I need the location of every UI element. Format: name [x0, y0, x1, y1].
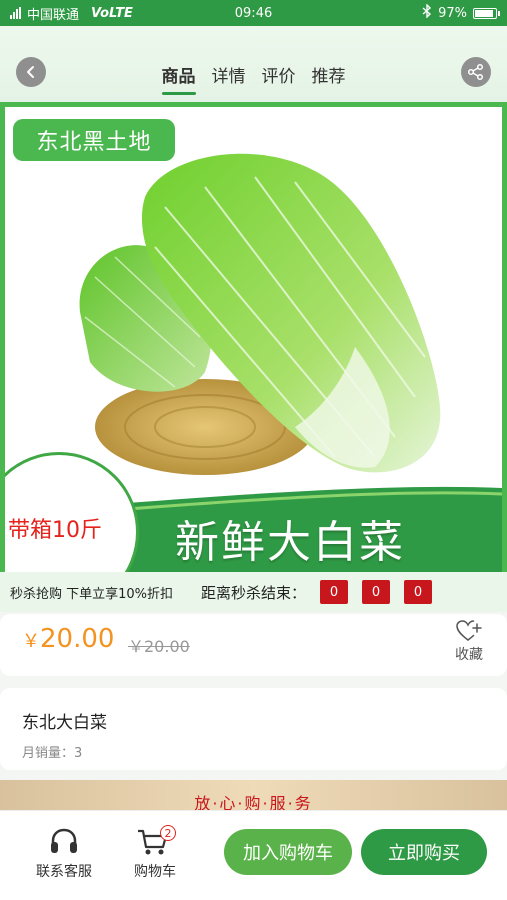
product-image[interactable]: 东北黑土地 新鲜大白菜 带箱10斤 — [0, 102, 507, 572]
product-info-card: 东北大白菜 月销量：3 — [0, 688, 507, 770]
favorite-button[interactable]: 收藏 — [455, 620, 483, 664]
cart-label: 购物车 — [134, 864, 176, 880]
status-right: 97% — [422, 3, 500, 22]
cabbage-illustration — [79, 153, 441, 475]
battery-icon — [473, 7, 500, 19]
battery-fill — [475, 9, 494, 17]
cart-button[interactable]: 2 购物车 — [134, 825, 176, 881]
price-amount: 20.00 — [40, 624, 115, 654]
currency-symbol: ￥ — [22, 631, 40, 652]
share-icon — [467, 63, 484, 81]
assurance-text: 放·心·购·服·务 — [194, 794, 313, 810]
buy-now-button[interactable]: 立即购买 — [361, 829, 487, 875]
tab-reviews[interactable]: 评价 — [262, 62, 296, 93]
flash-sale-bar: 秒杀抢购 下单立享10%折扣 距离秒杀结束： 0 0 0 — [0, 572, 507, 612]
status-left: 中国联通 VoLTE — [10, 4, 133, 23]
countdown-label: 距离秒杀结束： — [201, 583, 307, 602]
countdown-minutes: 0 — [362, 580, 391, 604]
product-name: 东北大白菜 — [22, 713, 107, 733]
network-type: VoLTE — [91, 5, 133, 21]
assurance-banner[interactable]: 放·心·购·服·务 — [0, 780, 507, 810]
share-button[interactable] — [461, 57, 491, 87]
current-price: ￥20.00 — [22, 624, 114, 654]
customer-service-button[interactable]: 联系客服 — [36, 827, 92, 881]
monthly-sales: 月销量：3 — [22, 746, 83, 761]
add-to-cart-button[interactable]: 加入购物车 — [224, 829, 352, 875]
original-price: ￥20.00 — [128, 637, 190, 656]
origin-tag: 东北黑土地 — [13, 119, 175, 161]
battery-percent: 97% — [438, 5, 467, 21]
carrier-name: 中国联通 — [27, 7, 80, 23]
signal-icon — [10, 7, 21, 19]
bluetooth-icon — [422, 3, 432, 22]
bottom-action-bar: 联系客服 2 购物车 加入购物车 立即购买 — [0, 810, 507, 900]
tab-recommend[interactable]: 推荐 — [312, 62, 346, 93]
box-badge-text: 带箱10斤 — [8, 518, 102, 543]
tab-bar: 商品 详情 评价 推荐 — [0, 62, 507, 95]
flash-sale-promo: 秒杀抢购 下单立享10%折扣 — [10, 586, 174, 602]
hero-title: 新鲜大白菜 — [175, 517, 405, 568]
favorite-label: 收藏 — [455, 647, 483, 663]
customer-service-label: 联系客服 — [36, 864, 92, 880]
status-bar: 中国联通 VoLTE 09:46 97% — [0, 0, 507, 26]
cart-count-badge: 2 — [160, 825, 176, 841]
header: 商品 详情 评价 推荐 — [0, 26, 507, 102]
headset-icon — [51, 828, 77, 853]
tab-goods[interactable]: 商品 — [161, 62, 196, 95]
countdown-seconds: 0 — [404, 580, 433, 604]
heart-plus-icon — [456, 620, 482, 641]
countdown-hours: 0 — [320, 580, 349, 604]
price-card: ￥20.00 ￥20.00 收藏 — [0, 614, 507, 676]
tab-details[interactable]: 详情 — [212, 62, 246, 93]
